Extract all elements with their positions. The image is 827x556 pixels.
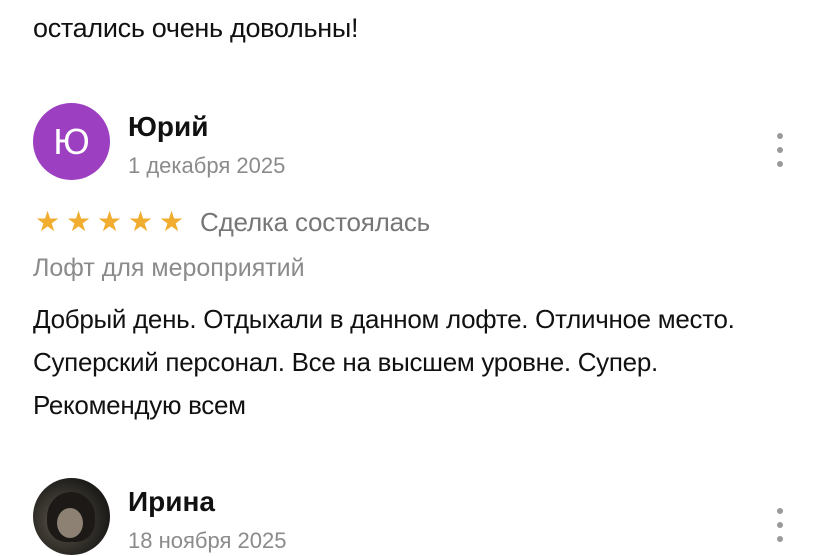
avatar-photo-face xyxy=(57,508,83,538)
more-vertical-icon[interactable] xyxy=(773,508,787,542)
review-date: 18 ноября 2025 xyxy=(128,528,287,553)
reviewer-name[interactable]: Ирина xyxy=(128,484,215,520)
star-icon: ★ xyxy=(34,206,61,237)
review-category: Лофт для мероприятий xyxy=(33,254,305,282)
reviewer-name[interactable]: Юрий xyxy=(128,109,208,145)
star-icon: ★ xyxy=(96,206,123,237)
star-icon: ★ xyxy=(65,206,92,237)
star-icon: ★ xyxy=(127,206,154,237)
rating-row: ★ ★ ★ ★ ★ Сделка состоялась xyxy=(33,204,430,240)
avatar[interactable]: Ю xyxy=(33,103,110,180)
review-text: Добрый день. Отдыхали в данном лофте. От… xyxy=(33,304,735,420)
deal-status: Сделка состоялась xyxy=(200,206,431,237)
more-vertical-icon[interactable] xyxy=(773,133,787,167)
star-rating: ★ ★ ★ ★ ★ xyxy=(33,208,186,236)
review-date: 1 декабря 2025 xyxy=(128,153,286,178)
star-icon: ★ xyxy=(158,206,185,237)
previous-review-text: остались очень довольны! xyxy=(33,13,359,43)
avatar-letter: Ю xyxy=(53,120,90,162)
avatar[interactable] xyxy=(33,478,110,555)
